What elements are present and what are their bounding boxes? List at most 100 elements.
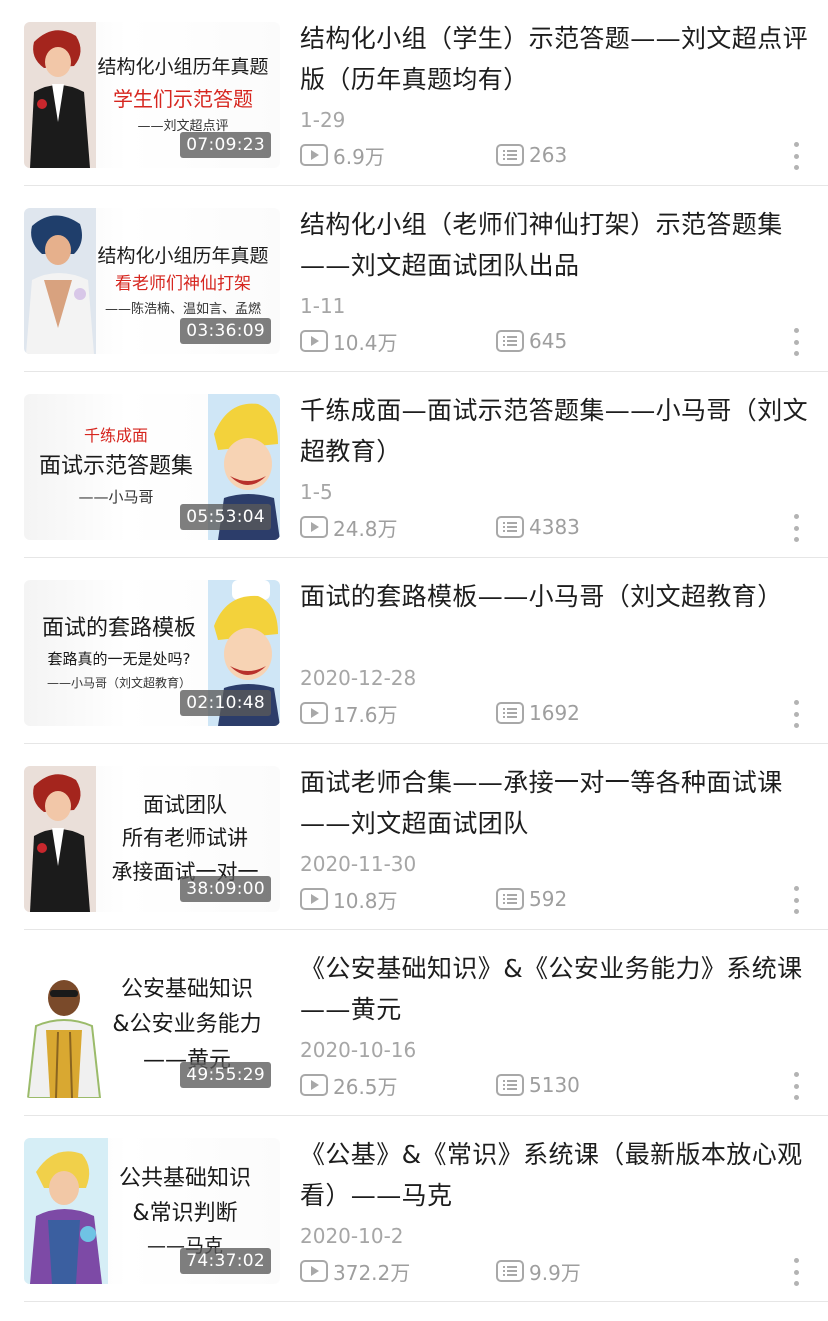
view-count-value: 6.9万 <box>333 144 385 169</box>
danmaku-count-value: 4383 <box>529 515 580 539</box>
view-count: 6.9万 <box>300 140 385 170</box>
video-thumbnail[interactable]: 结构化小组历年真题 看老师们神仙打架 ——陈浩楠、温如言、孟燃 03:36:09 <box>24 208 280 354</box>
danmaku-count-value: 592 <box>529 887 568 911</box>
video-card[interactable]: 结构化小组历年真题 学生们示范答题 ——刘文超点评 07:09:23 结构化小组… <box>0 0 828 186</box>
danmaku-list-icon <box>496 1074 524 1096</box>
video-card[interactable]: 面试的套路模板 套路真的一无是处吗? ——小马哥（刘文超教育） 02:10:48… <box>0 558 828 744</box>
duration-badge: 05:53:04 <box>180 504 271 530</box>
danmaku-count: 645 <box>496 326 567 356</box>
video-thumbnail[interactable]: 面试团队 所有老师试讲 承接面试一对一 38:09:00 <box>24 766 280 912</box>
danmaku-count-value: 5130 <box>529 1073 580 1097</box>
danmaku-count: 1692 <box>496 698 580 728</box>
play-count-icon <box>300 888 328 910</box>
video-date: 1-5 <box>300 480 333 504</box>
duration-badge: 49:55:29 <box>180 1062 271 1088</box>
thumbnail-line-3: ——小马哥 <box>78 487 154 506</box>
view-count-value: 24.8万 <box>333 516 398 541</box>
video-title[interactable]: 面试的套路模板——小马哥（刘文超教育） <box>300 576 810 617</box>
thumbnail-line-2: 套路真的一无是处吗? <box>47 650 191 669</box>
view-count-value: 26.5万 <box>333 1074 398 1099</box>
video-thumbnail[interactable]: 公安基础知识 &公安业务能力 ——黄元 49:55:29 <box>24 952 280 1098</box>
view-count: 372.2万 <box>300 1256 410 1286</box>
play-count-icon <box>300 702 328 724</box>
video-date: 2020-10-16 <box>300 1038 417 1062</box>
video-date: 2020-11-30 <box>300 852 417 876</box>
duration-badge: 07:09:23 <box>180 132 271 158</box>
view-count-value: 10.8万 <box>333 888 398 913</box>
more-vertical-icon[interactable] <box>794 1072 800 1100</box>
danmaku-list-icon <box>496 330 524 352</box>
character-illustration <box>24 952 104 1098</box>
video-card[interactable]: 公安基础知识 &公安业务能力 ——黄元 49:55:29 《公安基础知识》&《公… <box>0 930 828 1116</box>
thumbnail-line-1: 面试团队 <box>143 792 227 817</box>
video-title[interactable]: 面试老师合集——承接一对一等各种面试课——刘文超面试团队 <box>300 762 810 844</box>
play-count-icon <box>300 1074 328 1096</box>
view-count-value: 372.2万 <box>333 1260 411 1285</box>
duration-badge: 38:09:00 <box>180 876 271 902</box>
video-date: 1-11 <box>300 294 346 318</box>
thumbnail-line-1: 结构化小组历年真题 <box>97 56 269 79</box>
danmaku-count-value: 9.9万 <box>529 1260 581 1285</box>
thumbnail-line-1: 面试的套路模板 <box>41 616 196 642</box>
video-date: 2020-12-28 <box>300 666 417 690</box>
play-count-icon <box>300 144 328 166</box>
row-divider <box>24 1301 828 1302</box>
thumbnail-line-2: &常识判断 <box>132 1200 238 1226</box>
character-illustration <box>24 22 96 168</box>
thumbnail-line-2: 看老师们神仙打架 <box>115 273 251 294</box>
play-count-icon <box>300 1260 328 1282</box>
character-illustration <box>24 208 96 354</box>
thumbnail-line-1: 千练成面 <box>83 426 148 446</box>
thumbnail-line-1: 公共基础知识 <box>118 1165 251 1191</box>
video-date: 2020-10-2 <box>300 1224 404 1248</box>
video-card[interactable]: 公共基础知识 &常识判断 ——马克 74:37:02 《公基》&《常识》系统课（… <box>0 1116 828 1302</box>
video-title[interactable]: 结构化小组（学生）示范答题——刘文超点评版（历年真题均有） <box>300 18 810 100</box>
video-thumbnail[interactable]: 结构化小组历年真题 学生们示范答题 ——刘文超点评 07:09:23 <box>24 22 280 168</box>
danmaku-count: 9.9万 <box>496 1256 581 1286</box>
video-title[interactable]: 结构化小组（老师们神仙打架）示范答题集——刘文超面试团队出品 <box>300 204 810 286</box>
more-vertical-icon[interactable] <box>794 328 800 356</box>
duration-badge: 74:37:02 <box>180 1248 271 1274</box>
thumbnail-line-2: 学生们示范答题 <box>113 86 253 111</box>
video-date: 1-29 <box>300 108 346 132</box>
view-count: 10.4万 <box>300 326 398 356</box>
danmaku-list-icon <box>496 888 524 910</box>
video-card[interactable]: 千练成面 面试示范答题集 ——小马哥 05:53:04 千练成面—面试示范答题集… <box>0 372 828 558</box>
video-title[interactable]: 《公基》&《常识》系统课（最新版本放心观看）——马克 <box>300 1134 810 1216</box>
danmaku-list-icon <box>496 1260 524 1282</box>
danmaku-count: 592 <box>496 884 567 914</box>
video-thumbnail[interactable]: 面试的套路模板 套路真的一无是处吗? ——小马哥（刘文超教育） 02:10:48 <box>24 580 280 726</box>
video-list: 结构化小组历年真题 学生们示范答题 ——刘文超点评 07:09:23 结构化小组… <box>0 0 828 1321</box>
view-count: 24.8万 <box>300 512 398 542</box>
thumbnail-line-1: 结构化小组历年真题 <box>97 244 269 267</box>
video-thumbnail[interactable]: 千练成面 面试示范答题集 ——小马哥 05:53:04 <box>24 394 280 540</box>
more-vertical-icon[interactable] <box>794 700 800 728</box>
danmaku-count-value: 263 <box>529 143 568 167</box>
thumbnail-line-1: 公安基础知识 <box>120 977 253 1003</box>
view-count-value: 10.4万 <box>333 330 398 355</box>
more-vertical-icon[interactable] <box>794 142 800 170</box>
more-vertical-icon[interactable] <box>794 886 800 914</box>
duration-badge: 03:36:09 <box>180 318 271 344</box>
danmaku-count-value: 645 <box>529 329 568 353</box>
thumbnail-line-2: 面试示范答题集 <box>38 453 193 479</box>
more-vertical-icon[interactable] <box>794 1258 800 1286</box>
video-thumbnail[interactable]: 公共基础知识 &常识判断 ——马克 74:37:02 <box>24 1138 280 1284</box>
danmaku-count: 4383 <box>496 512 580 542</box>
video-card[interactable]: 结构化小组历年真题 看老师们神仙打架 ——陈浩楠、温如言、孟燃 03:36:09… <box>0 186 828 372</box>
video-title[interactable]: 千练成面—面试示范答题集——小马哥（刘文超教育） <box>300 390 810 472</box>
character-illustration <box>24 766 96 912</box>
thumbnail-line-3: ——小马哥（刘文超教育） <box>46 676 191 691</box>
video-card[interactable]: 面试团队 所有老师试讲 承接面试一对一 38:09:00 面试老师合集——承接一… <box>0 744 828 930</box>
play-count-icon <box>300 516 328 538</box>
thumbnail-line-2: 所有老师试讲 <box>122 826 248 851</box>
view-count: 26.5万 <box>300 1070 398 1100</box>
more-vertical-icon[interactable] <box>794 514 800 542</box>
danmaku-list-icon <box>496 702 524 724</box>
danmaku-list-icon <box>496 144 524 166</box>
danmaku-count: 263 <box>496 140 567 170</box>
video-title[interactable]: 《公安基础知识》&《公安业务能力》系统课——黄元 <box>300 948 810 1030</box>
danmaku-list-icon <box>496 516 524 538</box>
play-count-icon <box>300 330 328 352</box>
danmaku-count-value: 1692 <box>529 701 580 725</box>
